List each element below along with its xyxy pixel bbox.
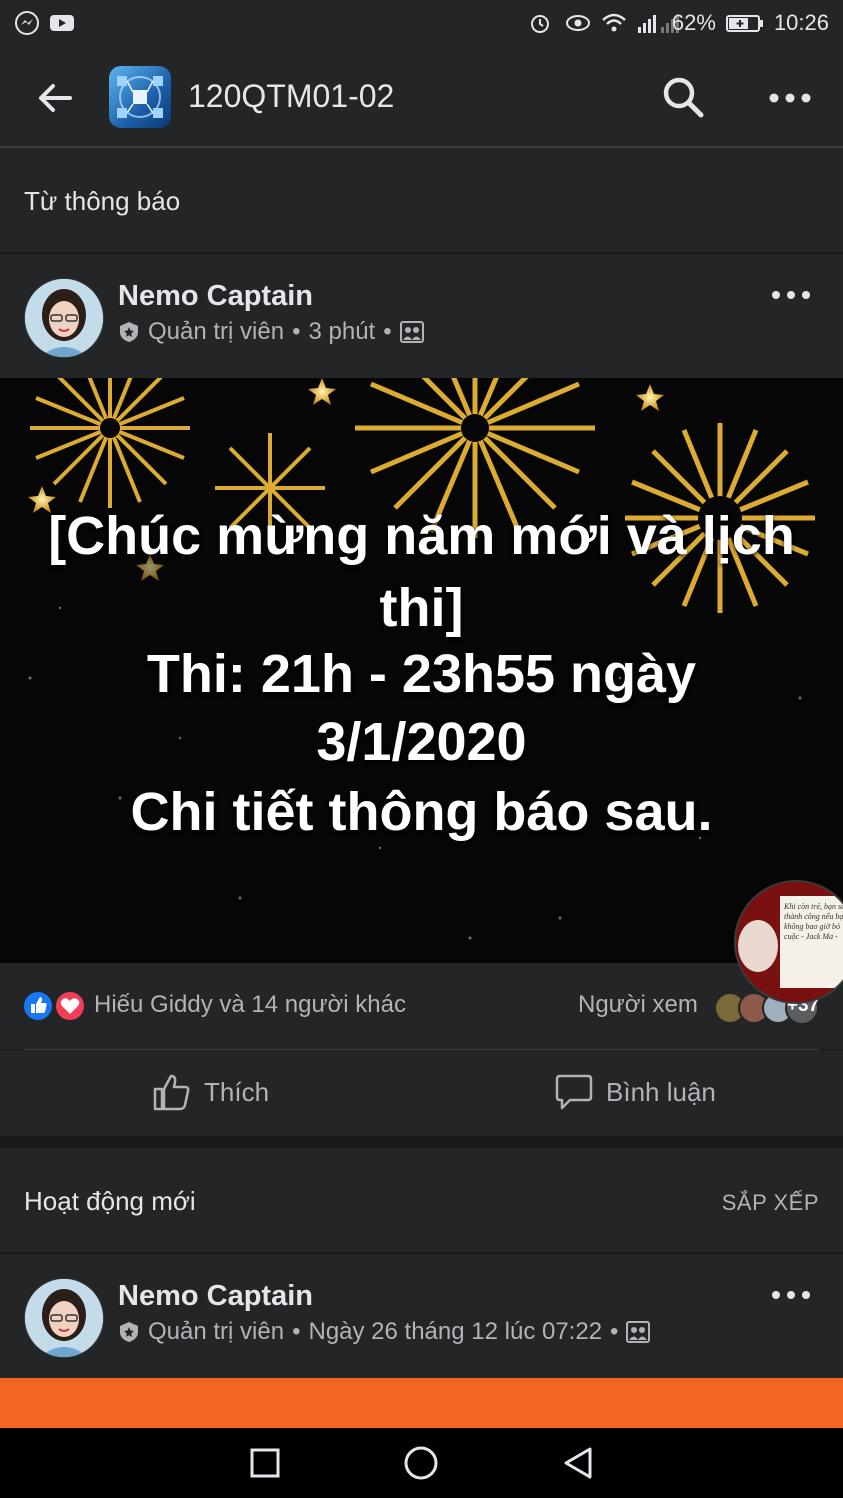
nav-back-button[interactable] [558, 1443, 598, 1483]
signal-icon [636, 10, 679, 36]
clock: 10:26 [773, 10, 829, 35]
comment-label: Bình luận [606, 1076, 716, 1107]
separator: • [383, 318, 392, 345]
reaction-icons [22, 990, 86, 1022]
back-arrow-icon [39, 84, 72, 112]
viewers-label[interactable]: Người xem [578, 991, 698, 1019]
post-time[interactable]: Ngày 26 tháng 12 lúc 07:22 [308, 1318, 602, 1346]
image-text-line: Thi: 21h - 23h55 ngày [146, 644, 697, 704]
admin-badge-icon [120, 1322, 138, 1342]
like-button[interactable]: Thích [152, 1072, 269, 1112]
next-post-image[interactable] [0, 1378, 843, 1428]
search-button[interactable] [660, 74, 706, 120]
alarm-icon [528, 10, 554, 36]
comment-icon [555, 1074, 593, 1110]
role-label: Quản trị viên [148, 1318, 285, 1345]
love-reaction-icon [54, 990, 86, 1022]
back-button[interactable] [30, 76, 80, 120]
battery-percent: 62% [671, 10, 716, 35]
sort-button[interactable]: SẮP XẾP [722, 1190, 819, 1216]
group-avatar[interactable] [109, 66, 171, 128]
new-activity-header: Hoạt động mới SẮP XẾP [0, 1148, 843, 1252]
floating-chat-bubble[interactable]: Khi còn trẻ, bạn sẽ thành công nếu bạn k… [734, 880, 843, 1004]
role-label: Quản trị viên [148, 318, 285, 345]
separator: • [292, 1318, 301, 1345]
image-text-line: 3/1/2020 [316, 712, 527, 772]
separator: • [292, 318, 301, 345]
thumbs-up-icon [153, 1074, 190, 1111]
more-dots-icon [772, 291, 810, 299]
post-more-button[interactable] [768, 280, 814, 310]
admin-badge-icon [120, 322, 138, 342]
home-button[interactable] [401, 1443, 441, 1483]
system-navigation-bar [0, 1428, 843, 1498]
more-options-button[interactable] [765, 78, 815, 118]
post-header: Nemo Captain Quản trị viên • 3 phút • [0, 254, 843, 378]
post-header: Nemo Captain Quản trị viên • Ngày 26 thá… [0, 1254, 843, 1378]
reactions-summary[interactable]: Hiếu Giddy và 14 người khác [94, 991, 406, 1019]
eye-icon [564, 10, 590, 36]
image-text-line: Chi tiết thông báo sau. [130, 782, 713, 842]
announcements-header: Từ thông báo [0, 148, 843, 252]
post-meta: Quản trị viên • Ngày 26 tháng 12 lúc 07:… [118, 1318, 651, 1346]
new-activity-title: Hoạt động mới [24, 1186, 196, 1216]
recents-button[interactable] [245, 1443, 285, 1483]
wifi-icon [600, 10, 626, 36]
reactions-row: Hiếu Giddy và 14 người khác Người xem +3… [0, 963, 843, 1049]
youtube-icon [48, 10, 74, 36]
group-audience-icon [399, 321, 424, 343]
quote-card: Khi còn trẻ, bạn sẽ thành công nếu bạn k… [780, 896, 843, 988]
post-actions: Thích Bình luận [0, 1050, 843, 1136]
messenger-icon [14, 10, 40, 36]
separator: • [610, 1318, 619, 1345]
circle-icon [404, 1446, 438, 1480]
post-time[interactable]: 3 phút [308, 318, 375, 346]
announcements-title: Từ thông báo [24, 186, 181, 216]
comment-button[interactable]: Bình luận [554, 1072, 716, 1112]
battery-icon [725, 10, 764, 36]
status-bar: 62% 10:26 [0, 0, 843, 48]
avatar[interactable] [24, 1278, 104, 1358]
avatar[interactable] [24, 278, 104, 358]
like-label: Thích [204, 1076, 270, 1107]
like-reaction-icon [22, 990, 54, 1022]
more-dots-icon [769, 93, 811, 103]
author-name[interactable]: Nemo Captain [118, 1280, 313, 1313]
group-audience-icon [626, 1321, 651, 1343]
search-icon [663, 77, 704, 118]
app-bar: 120QTM01-02 [0, 48, 843, 148]
image-text-line: thi] [379, 578, 464, 638]
post-meta: Quản trị viên • 3 phút • [118, 318, 424, 346]
square-icon [250, 1448, 280, 1478]
image-text-line: [Chúc mừng năm mới và lịch [48, 506, 795, 566]
post-image[interactable]: [Chúc mừng năm mới và lịch thi] Thi: 21h… [0, 378, 843, 963]
triangle-back-icon [564, 1447, 592, 1479]
author-name[interactable]: Nemo Captain [118, 280, 313, 313]
post-more-button[interactable] [768, 1280, 814, 1310]
group-name[interactable]: 120QTM01-02 [188, 78, 394, 115]
more-dots-icon [772, 1291, 810, 1299]
